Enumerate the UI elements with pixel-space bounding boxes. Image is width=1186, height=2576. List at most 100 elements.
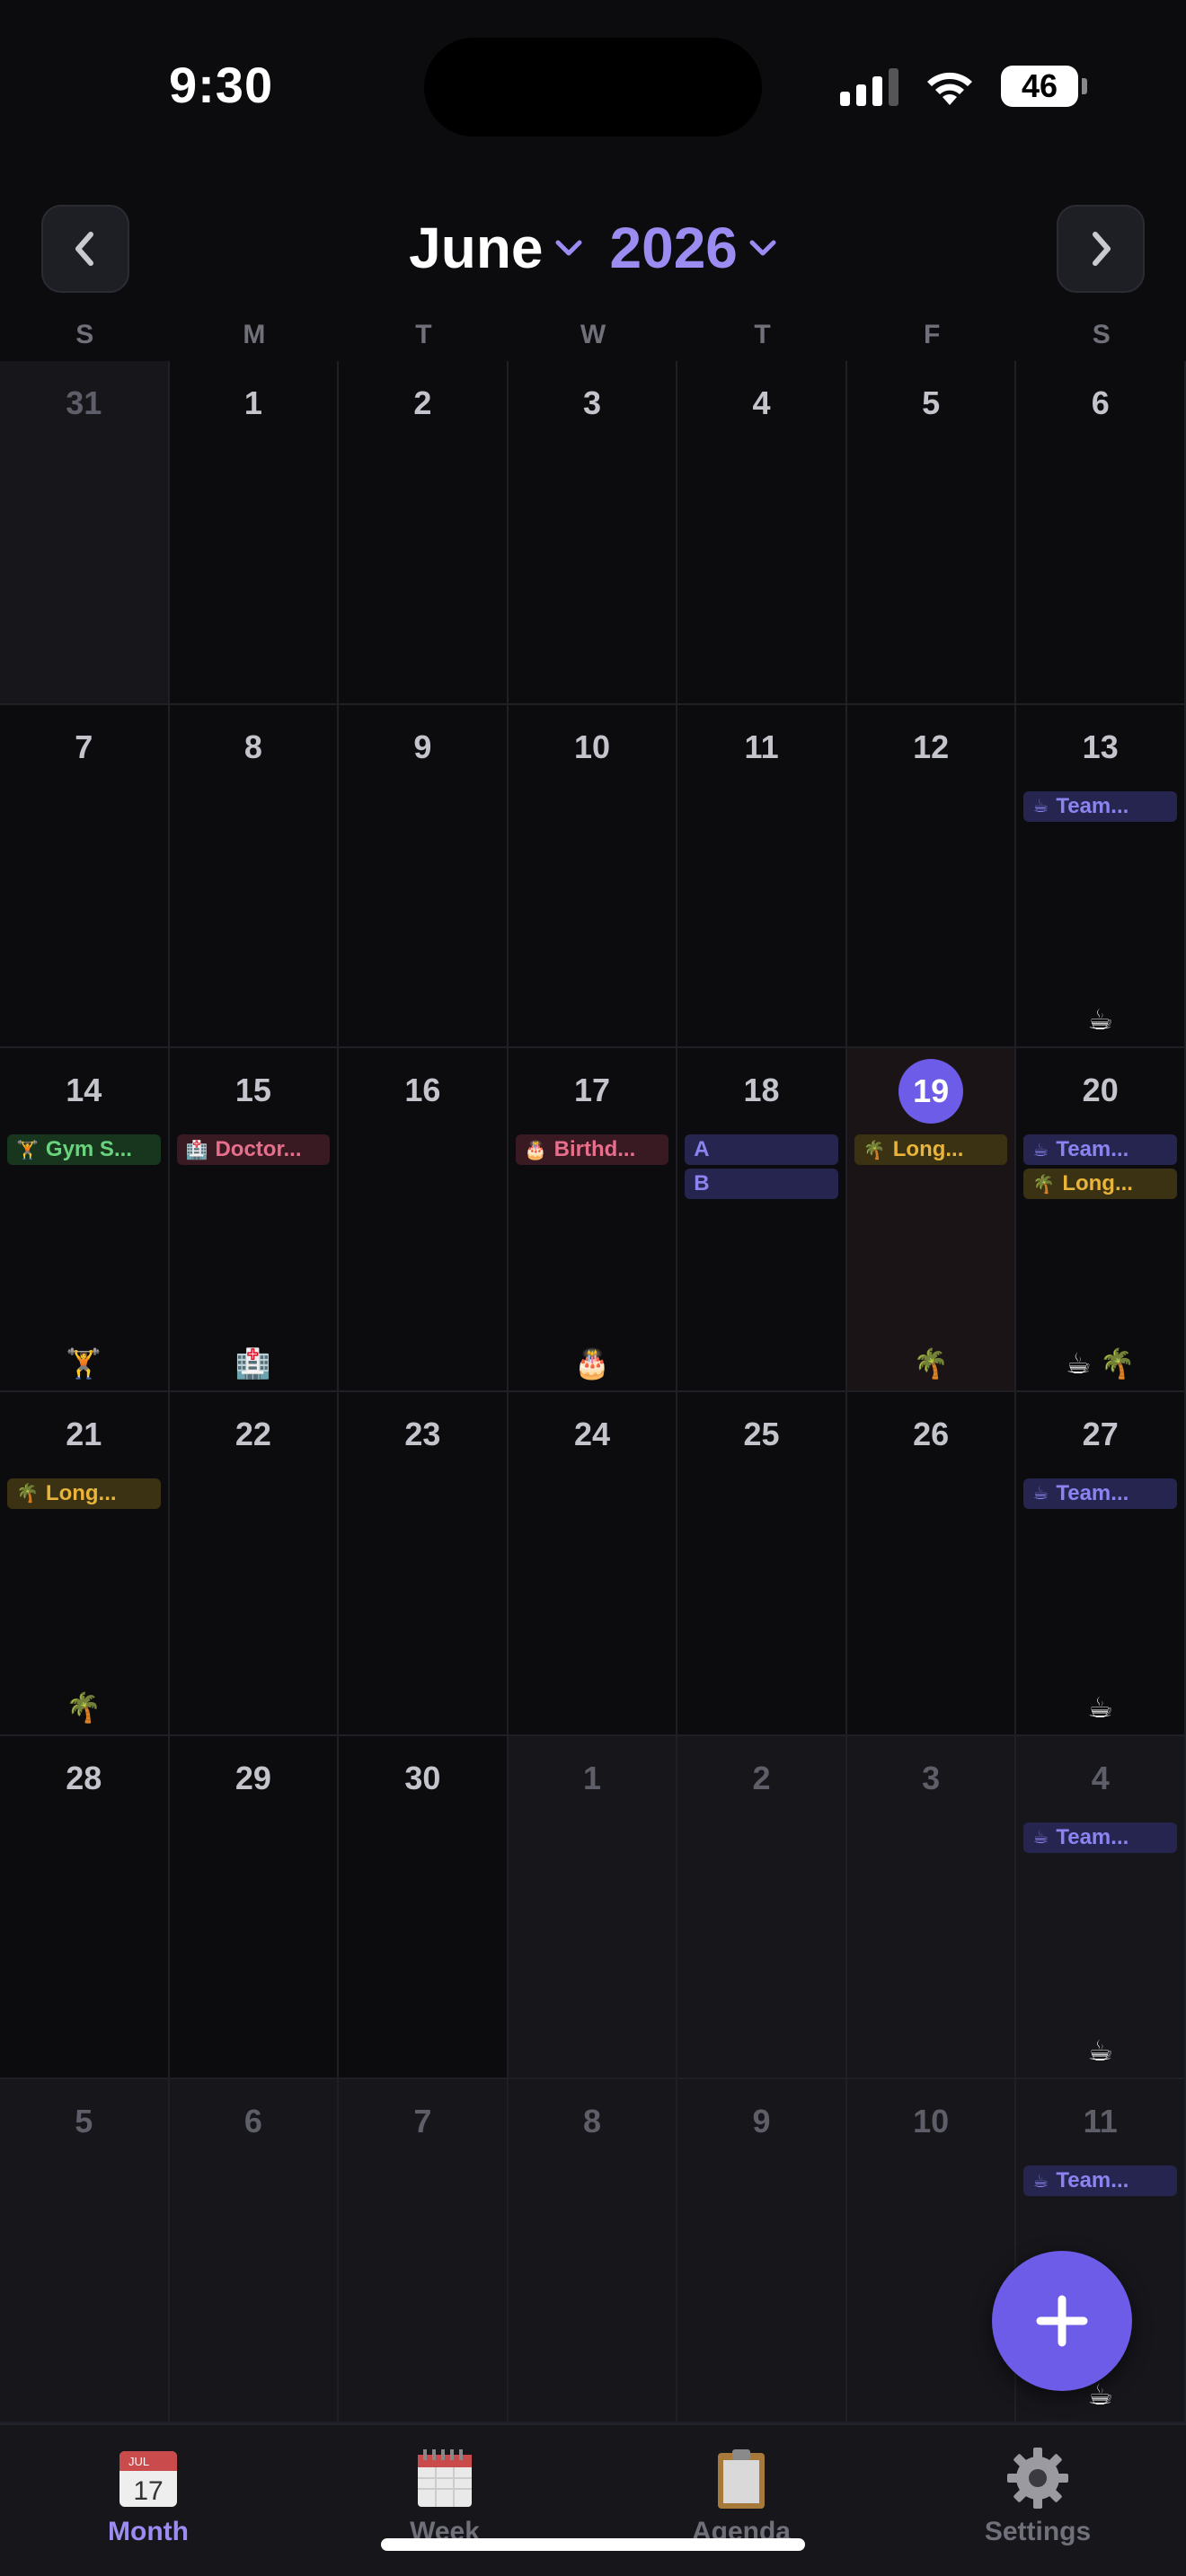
event-list: 🎂 Birthd... bbox=[515, 1134, 669, 1166]
event-emoji-icon: 🌴 bbox=[863, 1140, 886, 1160]
day-cell[interactable]: 9 bbox=[677, 2079, 847, 2423]
day-cell[interactable]: 17 🎂 Birthd... 🎂 bbox=[508, 1048, 678, 1392]
day-cell[interactable]: 12 bbox=[846, 704, 1017, 1049]
day-cell[interactable]: 5 bbox=[846, 361, 1017, 705]
day-cell[interactable]: 8 bbox=[508, 2079, 678, 2423]
day-cell[interactable]: 14 🏋 Gym S... 🏋 bbox=[0, 1048, 170, 1392]
day-cell[interactable]: 15 🏥 Doctor... 🏥 bbox=[169, 1048, 340, 1392]
day-cell[interactable]: 2 bbox=[339, 361, 509, 705]
event-label: Team... bbox=[1056, 2168, 1129, 2193]
day-cell[interactable]: 31 bbox=[0, 361, 170, 705]
event-label: Long... bbox=[1062, 1171, 1133, 1196]
day-cell[interactable]: 6 bbox=[169, 2079, 340, 2423]
day-number: 18 bbox=[743, 1072, 780, 1109]
event-label: Long... bbox=[45, 1480, 117, 1505]
event-indicator-icons: 🎂 bbox=[574, 1346, 610, 1380]
event-indicator-icons: 🏥 bbox=[235, 1346, 271, 1380]
calendar-month-icon: JUL 17 bbox=[115, 2445, 181, 2511]
event-chip[interactable]: 🌴 Long... bbox=[7, 1478, 161, 1509]
tab-month[interactable]: JUL 17 Month bbox=[0, 2425, 296, 2576]
day-cell[interactable]: 3 bbox=[508, 361, 678, 705]
event-chip[interactable]: 🌴 Long... bbox=[1023, 1169, 1177, 1200]
day-cell[interactable]: 26 bbox=[846, 1391, 1017, 1736]
status-time: 9:30 bbox=[169, 57, 274, 113]
day-cell[interactable]: 8 bbox=[169, 704, 340, 1049]
day-cell[interactable]: 5 bbox=[0, 2079, 170, 2423]
day-number: 7 bbox=[75, 728, 93, 765]
day-cell[interactable]: 7 bbox=[339, 2079, 509, 2423]
day-cell[interactable]: 25 bbox=[677, 1391, 847, 1736]
event-chip[interactable]: 🏋 Gym S... bbox=[7, 1134, 161, 1166]
event-label: A bbox=[694, 1137, 710, 1162]
day-cell[interactable]: 27 ☕ Team... ☕ bbox=[1016, 1391, 1186, 1736]
day-cell[interactable]: 19 🌴 Long... 🌴 bbox=[846, 1048, 1017, 1392]
weekday-label: M bbox=[243, 320, 266, 349]
day-cell[interactable]: 10 bbox=[508, 704, 678, 1049]
event-emoji-icon: ☕ bbox=[1032, 797, 1049, 817]
year-picker[interactable]: 2026 bbox=[610, 215, 777, 281]
event-chip[interactable]: ☕ Team... bbox=[1023, 1134, 1177, 1166]
day-number: 11 bbox=[1083, 2103, 1118, 2140]
month-picker[interactable]: June bbox=[409, 215, 582, 281]
tab-settings[interactable]: Settings bbox=[890, 2425, 1186, 2576]
month-grid: 31 1 2 3 4 5 6 7 8 9 10 11 12 13 ☕ Team... ☕ 14 🏋 Gym S... 🏋… bbox=[0, 361, 1186, 2423]
day-cell[interactable]: 21 🌴 Long... 🌴 bbox=[0, 1391, 170, 1736]
event-chip[interactable]: ☕ Team... bbox=[1023, 1822, 1177, 1853]
day-cell[interactable]: 30 bbox=[339, 1735, 509, 2080]
month-label: June bbox=[409, 216, 544, 280]
day-number: 29 bbox=[235, 1759, 271, 1796]
day-cell[interactable]: 23 bbox=[339, 1391, 509, 1736]
day-cell[interactable]: 11 bbox=[677, 704, 847, 1049]
tab-week[interactable]: Week bbox=[296, 2425, 593, 2576]
day-cell[interactable]: 7 bbox=[0, 704, 170, 1049]
day-cell[interactable]: 9 bbox=[339, 704, 509, 1049]
tab-bar: JUL 17 Month Week Agenda Settings bbox=[0, 2423, 1186, 2576]
clipboard-icon bbox=[708, 2445, 774, 2511]
event-chip[interactable]: 🌴 Long... bbox=[854, 1134, 1008, 1166]
day-cell[interactable]: 4 bbox=[677, 361, 847, 705]
day-cell[interactable]: 6 bbox=[1016, 361, 1186, 705]
day-number: 24 bbox=[573, 1415, 611, 1452]
day-number: 10 bbox=[913, 2103, 950, 2140]
event-chip[interactable]: B bbox=[685, 1169, 838, 1200]
weekday-header: S M T W T F S bbox=[0, 320, 1186, 359]
day-cell[interactable]: 28 bbox=[0, 1735, 170, 2080]
day-number: 3 bbox=[922, 1759, 941, 1796]
day-cell[interactable]: 29 bbox=[169, 1735, 340, 2080]
day-cell[interactable]: 4 ☕ Team... ☕ bbox=[1016, 1735, 1186, 2080]
day-number: 30 bbox=[404, 1759, 441, 1796]
tab-label: Month bbox=[108, 2517, 189, 2546]
day-cell[interactable]: 2 bbox=[677, 1735, 847, 2080]
day-cell[interactable]: 1 bbox=[508, 1735, 678, 2080]
day-cell[interactable]: 24 bbox=[508, 1391, 678, 1736]
event-chip[interactable]: A bbox=[685, 1134, 838, 1166]
day-number: 9 bbox=[413, 728, 432, 765]
home-indicator bbox=[381, 2538, 805, 2551]
day-cell[interactable]: 3 bbox=[846, 1735, 1017, 2080]
next-month-button[interactable] bbox=[1057, 205, 1145, 293]
chevron-down-icon bbox=[555, 240, 581, 256]
event-label: Team... bbox=[1056, 1137, 1129, 1162]
calendar-icon-month-text: JUL bbox=[128, 2455, 149, 2468]
event-emoji-icon: 🌴 bbox=[16, 1484, 39, 1504]
tab-agenda[interactable]: Agenda bbox=[593, 2425, 890, 2576]
day-cell[interactable]: 16 bbox=[339, 1048, 509, 1392]
event-chip[interactable]: 🎂 Birthd... bbox=[515, 1134, 669, 1166]
day-number: 12 bbox=[913, 728, 950, 765]
event-chip[interactable]: ☕ Team... bbox=[1023, 1478, 1177, 1509]
event-emoji-icon: 🏋 bbox=[16, 1140, 39, 1160]
day-number: 15 bbox=[235, 1072, 271, 1109]
day-cell[interactable]: 22 bbox=[169, 1391, 340, 1736]
day-cell[interactable]: 20 ☕ Team... 🌴 Long... ☕ 🌴 bbox=[1016, 1048, 1186, 1392]
day-cell[interactable]: 18 A B bbox=[677, 1048, 847, 1392]
day-cell[interactable]: 13 ☕ Team... ☕ bbox=[1016, 704, 1186, 1049]
dynamic-island bbox=[424, 38, 762, 137]
add-event-button[interactable] bbox=[992, 2251, 1132, 2391]
day-number: 31 bbox=[66, 384, 102, 421]
day-cell[interactable]: 1 bbox=[169, 361, 340, 705]
event-chip[interactable]: ☕ Team... bbox=[1023, 2166, 1177, 2197]
day-cell[interactable]: 10 bbox=[846, 2079, 1017, 2423]
event-chip[interactable]: ☕ Team... bbox=[1023, 790, 1177, 822]
event-chip[interactable]: 🏥 Doctor... bbox=[176, 1134, 331, 1166]
day-number: 16 bbox=[404, 1072, 441, 1109]
